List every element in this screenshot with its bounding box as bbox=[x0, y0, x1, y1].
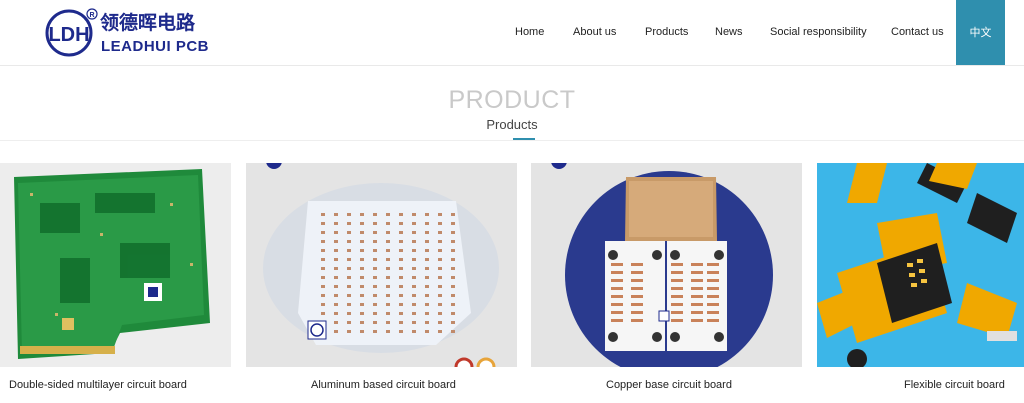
flex-board-image bbox=[817, 163, 1024, 367]
product-label-flexible[interactable]: Flexible circuit board bbox=[904, 379, 1005, 391]
green-pcb-image bbox=[0, 163, 231, 367]
nav-about-us[interactable]: About us bbox=[573, 0, 616, 65]
main-nav: Home About us Products News Social respo… bbox=[0, 0, 1024, 65]
product-card-copper[interactable] bbox=[531, 163, 802, 367]
nav-news[interactable]: News bbox=[715, 0, 743, 65]
product-card-double-sided[interactable] bbox=[0, 163, 231, 367]
product-card-aluminum[interactable] bbox=[246, 163, 517, 367]
nav-products[interactable]: Products bbox=[645, 0, 688, 65]
site-header: LDH R 领德晖电路 LEADHUI PCB Home About us Pr… bbox=[0, 0, 1024, 66]
nav-home[interactable]: Home bbox=[515, 0, 544, 65]
section-title: PRODUCT bbox=[448, 86, 576, 114]
product-card-flexible[interactable] bbox=[817, 163, 1024, 367]
language-switch-button[interactable]: 中文 bbox=[956, 0, 1005, 65]
section-subtitle: Products bbox=[486, 117, 538, 132]
nav-contact-us[interactable]: Contact us bbox=[891, 0, 944, 65]
product-label-double-sided[interactable]: Double-sided multilayer circuit board bbox=[9, 379, 187, 391]
product-label-copper[interactable]: Copper base circuit board bbox=[606, 379, 732, 391]
divider bbox=[0, 140, 1024, 141]
product-label-aluminum[interactable]: Aluminum based circuit board bbox=[311, 379, 456, 391]
aluminum-board-image bbox=[246, 163, 517, 367]
copper-board-image bbox=[531, 163, 802, 367]
section-heading: PRODUCT Products bbox=[0, 66, 1024, 142]
nav-social-responsibility[interactable]: Social responsibility bbox=[770, 0, 867, 65]
